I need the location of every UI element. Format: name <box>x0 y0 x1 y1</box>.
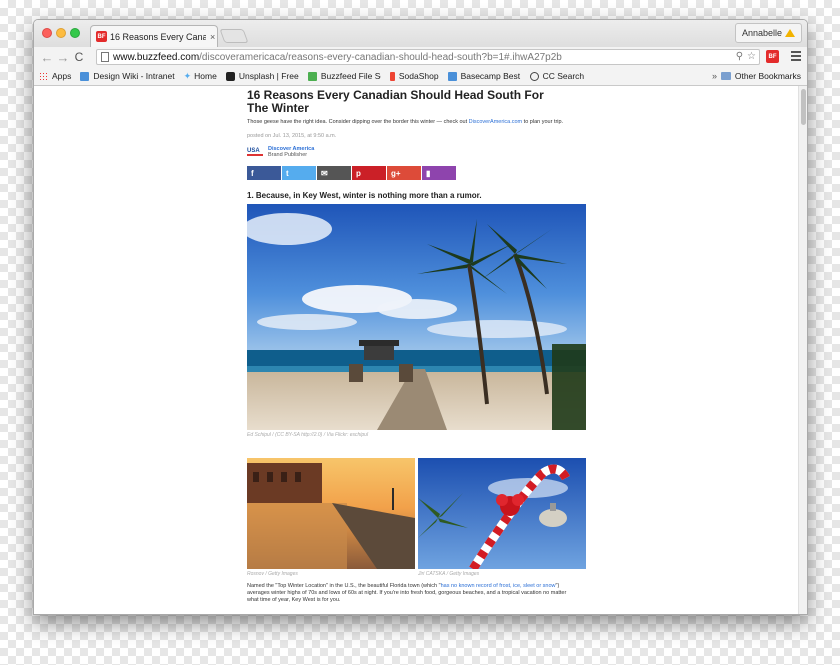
profile-button[interactable]: Annabelle <box>734 23 802 43</box>
photo-column-left: Rosnov / Getty Images <box>247 458 415 577</box>
bookmark-label: Buzzfeed File Server <box>320 71 381 81</box>
bookmark-save-button[interactable]: ▮ <box>422 166 456 180</box>
key-west-beach-photo <box>247 204 586 430</box>
other-bookmarks-label: Other Bookmarks <box>734 71 801 81</box>
publisher-byline: USA Discover America Brand Publisher <box>247 146 587 158</box>
cc-icon <box>529 71 539 81</box>
bookmark-apps[interactable]: Apps <box>39 71 71 81</box>
share-bar: f t ✉ p g+ ▮ <box>247 166 587 180</box>
email-share-button[interactable]: ✉ <box>317 166 351 180</box>
no-frost-record-link[interactable]: has no known record of frost, ice, sleet… <box>441 583 556 589</box>
doc-icon <box>447 71 457 81</box>
photo-column-right: Jiri CATSKA / Getty Images <box>418 458 586 577</box>
bookmark-home[interactable]: ✦ Home <box>184 71 217 82</box>
new-tab-button[interactable] <box>219 29 249 43</box>
page-content: 16 Reasons Every Canadian Should Head So… <box>34 86 807 614</box>
warning-icon <box>785 29 795 37</box>
soda-icon <box>389 71 395 81</box>
facebook-share-button[interactable]: f <box>247 166 281 180</box>
search-icon[interactable]: ⚲ <box>736 51 743 62</box>
address-bar[interactable]: www.buzzfeed.com /discoveramericaca/reas… <box>96 49 760 65</box>
bookmark-label: Unsplash | Free High <box>238 71 299 81</box>
bookmark-unsplash[interactable]: Unsplash | Free High <box>225 71 299 81</box>
publisher-role: Brand Publisher <box>268 152 308 158</box>
bookmark-label: SodaShop <box>398 71 439 81</box>
bookmark-buzzfeed-file-server[interactable]: Buzzfeed File Server <box>307 71 381 81</box>
back-arrow-icon[interactable]: ← <box>39 50 55 65</box>
bookmark-label: Design Wiki - Intranet <box>93 71 175 81</box>
photo-pair: Rosnov / Getty Images Jiri CATSKA / Gett… <box>247 458 587 577</box>
page-icon <box>101 52 109 62</box>
pinterest-share-button[interactable]: p <box>352 166 386 180</box>
googleplus-share-button[interactable]: g+ <box>387 166 421 180</box>
browser-window: BF 16 Reasons Every Canadian Should Head… <box>33 19 808 615</box>
folder-icon <box>720 72 731 80</box>
list-item-heading: 1. Because, in Key West, winter is nothi… <box>247 191 482 200</box>
apps-grid-icon <box>39 71 48 81</box>
scrollbar-thumb[interactable] <box>801 89 806 125</box>
photo-credit: Jiri CATSKA / Getty Images <box>418 571 480 577</box>
discover-america-link[interactable]: DiscoverAmerica.com <box>469 119 522 125</box>
tab-close-icon[interactable]: × <box>210 32 215 42</box>
article: 16 Reasons Every Canadian Should Head So… <box>247 86 587 604</box>
buzzfeed-extension-icon[interactable]: BF <box>766 50 779 63</box>
bookmark-label: Home <box>194 71 217 81</box>
bf-icon <box>307 71 317 81</box>
camera-icon <box>225 71 235 81</box>
article-headline: 16 Reasons Every Canadian Should Head So… <box>247 88 544 115</box>
browser-toolbar: ← → C www.buzzfeed.com /discoveramericac… <box>34 47 807 67</box>
bookmark-star-icon[interactable]: ☆ <box>747 51 756 62</box>
twitter-bird-icon: ✦ <box>183 70 192 81</box>
bookmarks-bar: Apps Design Wiki - Intranet ✦ Home Unspl… <box>34 67 807 86</box>
profile-name: Annabelle <box>741 28 782 38</box>
browser-tab[interactable]: BF 16 Reasons Every Canadian Should Head… <box>90 25 218 47</box>
bookmark-label: Basecamp Best Prac <box>460 71 521 81</box>
bookmark-cc-search[interactable]: CC Search <box>529 71 585 81</box>
bookmark-label: Apps <box>52 71 72 81</box>
photo-credit: Ed Schipul / (CC BY-SA http://2.0) / Via… <box>247 432 369 438</box>
bookmark-sodashop[interactable]: SodaShop <box>389 71 439 81</box>
bookmark-label: CC Search <box>542 71 585 81</box>
url-domain: www.buzzfeed.com <box>113 51 200 63</box>
other-bookmarks[interactable]: Other Bookmarks <box>720 71 801 81</box>
body-text: Named the "Top Winter Location" in the U… <box>247 583 441 589</box>
menu-icon[interactable] <box>791 51 801 63</box>
bookmark-basecamp[interactable]: Basecamp Best Prac <box>447 71 521 81</box>
dek-text: Those geese have the right idea. Conside… <box>247 119 469 125</box>
photo-credit: Rosnov / Getty Images <box>247 571 298 577</box>
url-path: /discoveramericaca/reasons-every-canadia… <box>199 51 562 63</box>
close-window-button[interactable] <box>42 28 52 38</box>
bookmark-design-wiki[interactable]: Design Wiki - Intranet <box>80 71 175 81</box>
usa-logo: USA <box>247 148 263 156</box>
zoom-window-button[interactable] <box>70 28 80 38</box>
reload-icon[interactable]: C <box>71 50 87 64</box>
page-scrollbar[interactable] <box>798 86 807 614</box>
forward-arrow-icon[interactable]: → <box>55 50 71 65</box>
dek-text-end: to plan your trip. <box>522 119 564 125</box>
buzzfeed-favicon-icon: BF <box>96 31 107 42</box>
candy-cane-lamp-photo <box>418 458 586 569</box>
list-item-body: Named the "Top Winter Location" in the U… <box>247 583 577 604</box>
doc-icon <box>80 71 90 81</box>
fort-sunset-photo <box>247 458 415 569</box>
posted-timestamp: posted on Jul. 13, 2015, at 9:50 a.m. <box>247 133 337 139</box>
title-bar: BF 16 Reasons Every Canadian Should Head… <box>34 20 807 47</box>
tab-title: 16 Reasons Every Canadian Should Head So… <box>110 31 206 42</box>
minimize-window-button[interactable] <box>56 28 66 38</box>
twitter-share-button[interactable]: t <box>282 166 316 180</box>
article-dek: Those geese have the right idea. Conside… <box>247 119 587 126</box>
bookmarks-overflow-icon[interactable]: » <box>712 71 717 81</box>
